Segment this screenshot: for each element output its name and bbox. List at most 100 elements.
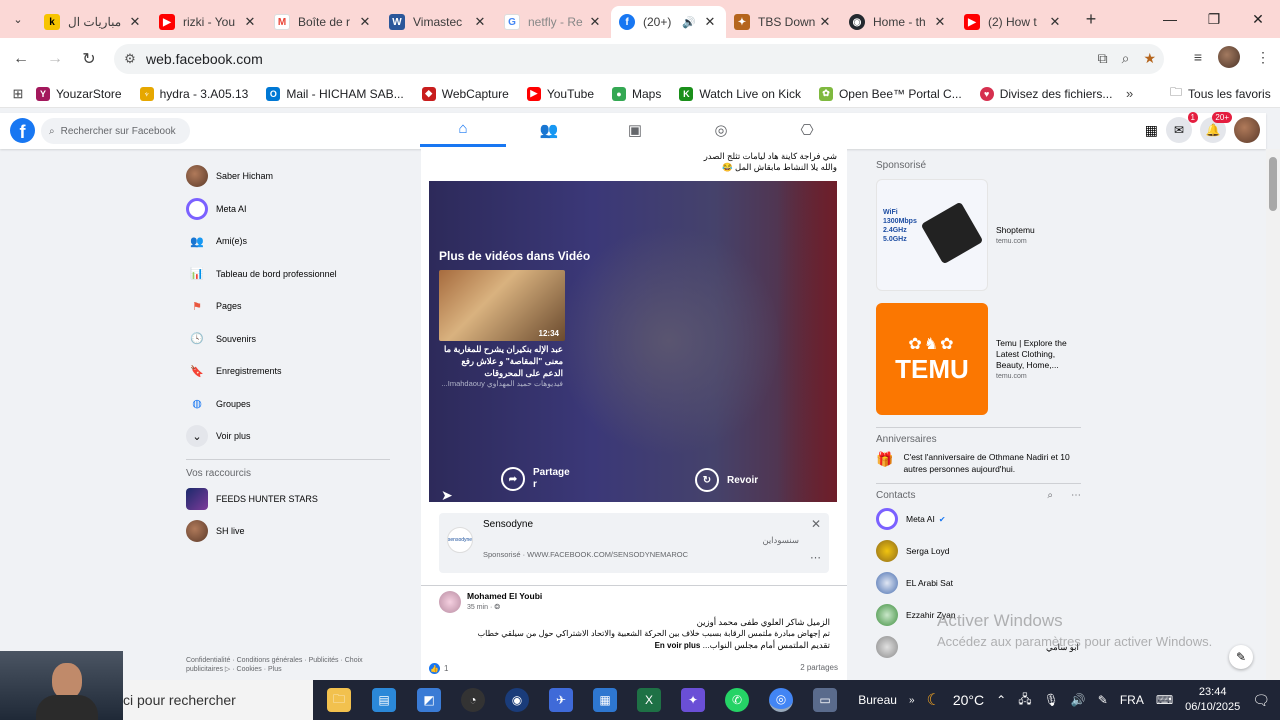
share-count[interactable]: 2 partages <box>800 663 838 672</box>
close-icon[interactable]: ✕ <box>811 517 821 531</box>
close-tab-icon[interactable]: ✕ <box>357 14 373 30</box>
network-icon[interactable]: 🖧 <box>1018 690 1031 711</box>
bookmark-item[interactable]: Y YouzarStore <box>36 86 122 101</box>
all-bookmarks-folder[interactable]: 🗀 Tous les favoris <box>1170 83 1271 104</box>
profile-avatar[interactable] <box>1218 46 1240 68</box>
sidebar-item-meta-ai[interactable]: Meta AI <box>186 193 396 226</box>
notifications-bell-icon[interactable]: 🔔 20+ <box>1200 112 1232 143</box>
video-player[interactable]: Plus de vidéos dans Vidéo 12:34 عبد الإل… <box>429 181 837 502</box>
shortcut-item[interactable]: FEEDS HUNTER STARS <box>186 483 396 516</box>
bookmark-item[interactable]: ● Maps <box>612 86 661 101</box>
groups-tab-icon[interactable]: ◎ <box>678 113 764 147</box>
weather-icon[interactable]: ☾ <box>927 690 941 710</box>
close-tab-icon[interactable]: ✕ <box>932 14 948 30</box>
microphone-icon[interactable]: 🎙 <box>1044 693 1059 707</box>
bookmark-item[interactable]: K Watch Live on Kick <box>679 86 801 101</box>
page-scrollbar[interactable] <box>1266 149 1280 680</box>
sponsored-ad-card[interactable]: sensodyne Sensodyne سنسوداين Sponsorisé … <box>439 513 829 573</box>
chevron-up-icon[interactable]: ⌃ <box>996 693 1006 707</box>
speaker-icon[interactable]: 🔊 <box>682 16 696 29</box>
bookmark-item[interactable]: O Mail - HICHAM SAB... <box>266 86 404 101</box>
sidebar-item-pages[interactable]: ⚑ Pages <box>186 290 396 323</box>
sidebar-item-profile[interactable]: Saber Hicham <box>186 160 396 193</box>
messenger-icon[interactable]: ✉ 1 <box>1166 112 1198 143</box>
bookmark-star-icon[interactable]: ★ <box>1143 50 1156 67</box>
bookmark-item[interactable]: ✿ Open Bee™ Portal C... <box>818 86 962 101</box>
restore-button[interactable]: ❐ <box>1192 0 1236 38</box>
sidebar-item-memories[interactable]: 🕓 Souvenirs <box>186 323 396 356</box>
site-info-icon[interactable]: ⚙ <box>114 51 146 67</box>
bookmark-item[interactable]: ♥ Divisez des fichiers... <box>979 86 1112 101</box>
more-options-icon[interactable]: ⋯ <box>810 551 821 564</box>
forward-button[interactable]: → <box>38 50 72 68</box>
bookmark-item[interactable]: ◆ WebCapture <box>421 86 509 101</box>
bookmark-item[interactable]: ▶ YouTube <box>526 86 594 101</box>
browser-tab[interactable]: W Vimastec ✕ <box>381 7 496 37</box>
search-icon[interactable]: ⌕ <box>1047 490 1053 501</box>
contact-item[interactable]: Serga Loyd <box>876 535 1081 567</box>
share-button[interactable]: ➦ Partage r <box>501 467 570 491</box>
sponsored-ad[interactable]: ✿♞✿ TEMU Temu | Explore the Latest Cloth… <box>876 303 1081 415</box>
language-indicator[interactable]: FRA <box>1120 693 1144 707</box>
sidebar-item-dashboard[interactable]: 📊 Tableau de bord professionnel <box>186 258 396 291</box>
close-tab-icon[interactable]: ✕ <box>242 14 258 30</box>
like-count[interactable]: 1 <box>444 664 448 673</box>
contact-item[interactable]: EL Arabi Sat <box>876 567 1081 599</box>
browser-tab[interactable]: M Boîte de r ✕ <box>266 7 381 37</box>
menu-icon[interactable]: ⋮ <box>1256 49 1270 66</box>
install-app-icon[interactable]: ⧉ <box>1098 50 1108 67</box>
close-window-button[interactable]: ✕ <box>1236 0 1280 38</box>
app-icon[interactable]: ▭ <box>813 688 837 712</box>
close-tab-icon[interactable]: ✕ <box>472 14 488 30</box>
app-icon[interactable]: ✦ <box>681 688 705 712</box>
post-time[interactable]: 35 min · <box>467 604 494 611</box>
more-bookmarks-icon[interactable]: » <box>1126 86 1133 101</box>
media-control-icon[interactable]: ≡ <box>1194 49 1202 65</box>
more-options-icon[interactable]: ⋯ <box>1071 490 1081 501</box>
friends-tab-icon[interactable]: 👥 <box>506 113 592 147</box>
replay-button[interactable]: ↻ Revoir <box>695 468 758 492</box>
menu-grid-icon[interactable]: ▦ <box>1145 122 1158 139</box>
browser-tab[interactable]: ✦ TBS Down ✕ <box>726 7 841 37</box>
facebook-search-input[interactable]: ⌕ Rechercher sur Facebook <box>41 118 190 144</box>
marketplace-tab-icon[interactable]: ▣ <box>592 113 678 147</box>
zoom-icon[interactable]: ⌕ <box>1122 50 1130 67</box>
shortcut-item[interactable]: SH live <box>186 515 396 548</box>
apps-grid-icon[interactable]: ⊞ <box>0 86 36 102</box>
contact-item[interactable]: Meta AI ✔ <box>876 503 1081 535</box>
avatar[interactable] <box>439 591 461 613</box>
weather-temp[interactable]: 20°C <box>953 692 984 708</box>
taskbar-search-input[interactable]: ci pour rechercher <box>123 680 313 720</box>
clock[interactable]: 23:44 06/10/2025 <box>1185 685 1240 715</box>
close-tab-icon[interactable]: ✕ <box>127 14 143 30</box>
keyboard-icon[interactable]: ⌨ <box>1156 693 1173 707</box>
url-text[interactable]: web.facebook.com <box>146 51 263 67</box>
gaming-tab-icon[interactable]: ⎔ <box>764 113 850 147</box>
app-icon[interactable]: ◔ <box>461 688 485 712</box>
account-avatar[interactable] <box>1234 117 1260 143</box>
sponsored-ad[interactable]: WiFi 1300Mbps 2.4GHz 5.0GHz Shoptemu temu… <box>876 179 1081 291</box>
app-icon[interactable]: ◉ <box>505 688 529 712</box>
minimize-button[interactable]: — <box>1148 0 1192 38</box>
volume-icon[interactable]: 🔊 <box>1071 693 1086 707</box>
chevron-right-icon[interactable]: » <box>909 695 915 706</box>
whatsapp-icon[interactable]: ✆ <box>725 688 749 712</box>
address-bar[interactable]: ⚙ web.facebook.com ⧉ ⌕ ★ <box>114 44 1164 74</box>
sidebar-item-groups[interactable]: ◍ Groupes <box>186 388 396 421</box>
close-tab-icon[interactable]: ✕ <box>817 14 833 30</box>
calculator-icon[interactable]: ▦ <box>593 688 617 712</box>
excel-icon[interactable]: X <box>637 688 661 712</box>
ad-advertiser-name[interactable]: Sensodyne <box>483 519 533 530</box>
browser-tab-active[interactable]: f (20+) 🔊 ✕ <box>611 6 726 38</box>
reload-button[interactable]: ↻ <box>72 49 106 69</box>
see-more-link[interactable]: En voir plus <box>655 641 701 650</box>
file-explorer-icon[interactable]: 🗀 <box>327 688 351 712</box>
birthday-notice[interactable]: 🎁 C'est l'anniversaire de Othmane Nadiri… <box>876 451 1081 475</box>
chrome-icon[interactable]: ◎ <box>769 688 793 712</box>
close-tab-icon[interactable]: ✕ <box>1047 14 1063 30</box>
app-icon[interactable]: ✈ <box>549 688 573 712</box>
new-tab-button[interactable]: + <box>1077 9 1105 30</box>
suggested-video-thumbnail[interactable]: 12:34 <box>439 270 565 341</box>
facebook-logo[interactable]: f <box>10 118 35 143</box>
new-message-icon[interactable]: ✎ <box>1229 645 1253 669</box>
